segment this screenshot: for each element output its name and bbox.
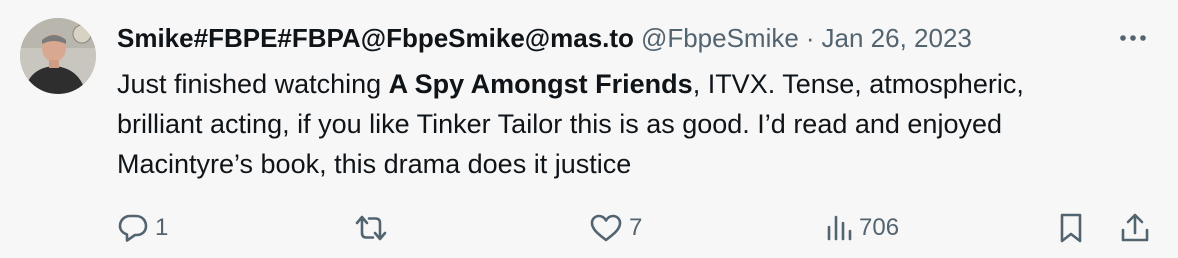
tweet-date[interactable]: Jan 26, 2023 [822, 23, 972, 54]
views-icon [825, 213, 853, 243]
tweet-content: Smike#FBPE#FBPA@FbpeSmike@mas.to @FbpeSm… [117, 18, 1157, 243]
share-icon [1119, 212, 1151, 244]
tweet-text: Just finished watching A Spy Amongst Fri… [117, 64, 1147, 184]
user-handle[interactable]: @FbpeSmike [641, 23, 799, 54]
bookmark-button[interactable] [1057, 206, 1085, 250]
bookmark-icon [1057, 212, 1085, 244]
tweet-header: Smike#FBPE#FBPA@FbpeSmike@mas.to @FbpeSm… [117, 18, 1157, 58]
display-name[interactable]: Smike#FBPE#FBPA@FbpeSmike@mas.to [117, 23, 634, 54]
tweet-actions: 1 7 706 [117, 206, 1157, 250]
reply-count: 1 [155, 214, 169, 241]
retweet-icon [353, 213, 389, 243]
reply-button[interactable]: 1 [117, 206, 168, 250]
tweet-text-line-3: Macintyre’s book, this drama does it jus… [117, 149, 632, 179]
tweet-text-line-1-pre: Just finished watching [117, 69, 389, 99]
like-button[interactable]: 7 [589, 206, 642, 250]
avatar[interactable] [20, 18, 96, 94]
reply-icon [117, 213, 149, 243]
tweet-text-line-1: Just finished watching A Spy Amongst Fri… [117, 64, 1147, 104]
share-button[interactable] [1119, 206, 1151, 250]
tweet[interactable]: Smike#FBPE#FBPA@FbpeSmike@mas.to @FbpeSm… [0, 0, 1178, 258]
views-count: 706 [859, 214, 900, 241]
tweet-text-line-2: brilliant acting, if you like Tinker Tai… [117, 109, 1002, 139]
like-icon [589, 213, 623, 243]
retweet-button[interactable] [353, 206, 389, 250]
like-count: 7 [629, 214, 643, 241]
separator-dot: · [805, 22, 815, 53]
tweet-text-bold-title: A Spy Amongst Friends [388, 69, 693, 99]
tweet-text-line-1-post: , ITVX. Tense, atmospheric, [692, 69, 1024, 99]
more-icon[interactable] [1117, 24, 1149, 52]
views-button[interactable]: 706 [825, 206, 899, 250]
